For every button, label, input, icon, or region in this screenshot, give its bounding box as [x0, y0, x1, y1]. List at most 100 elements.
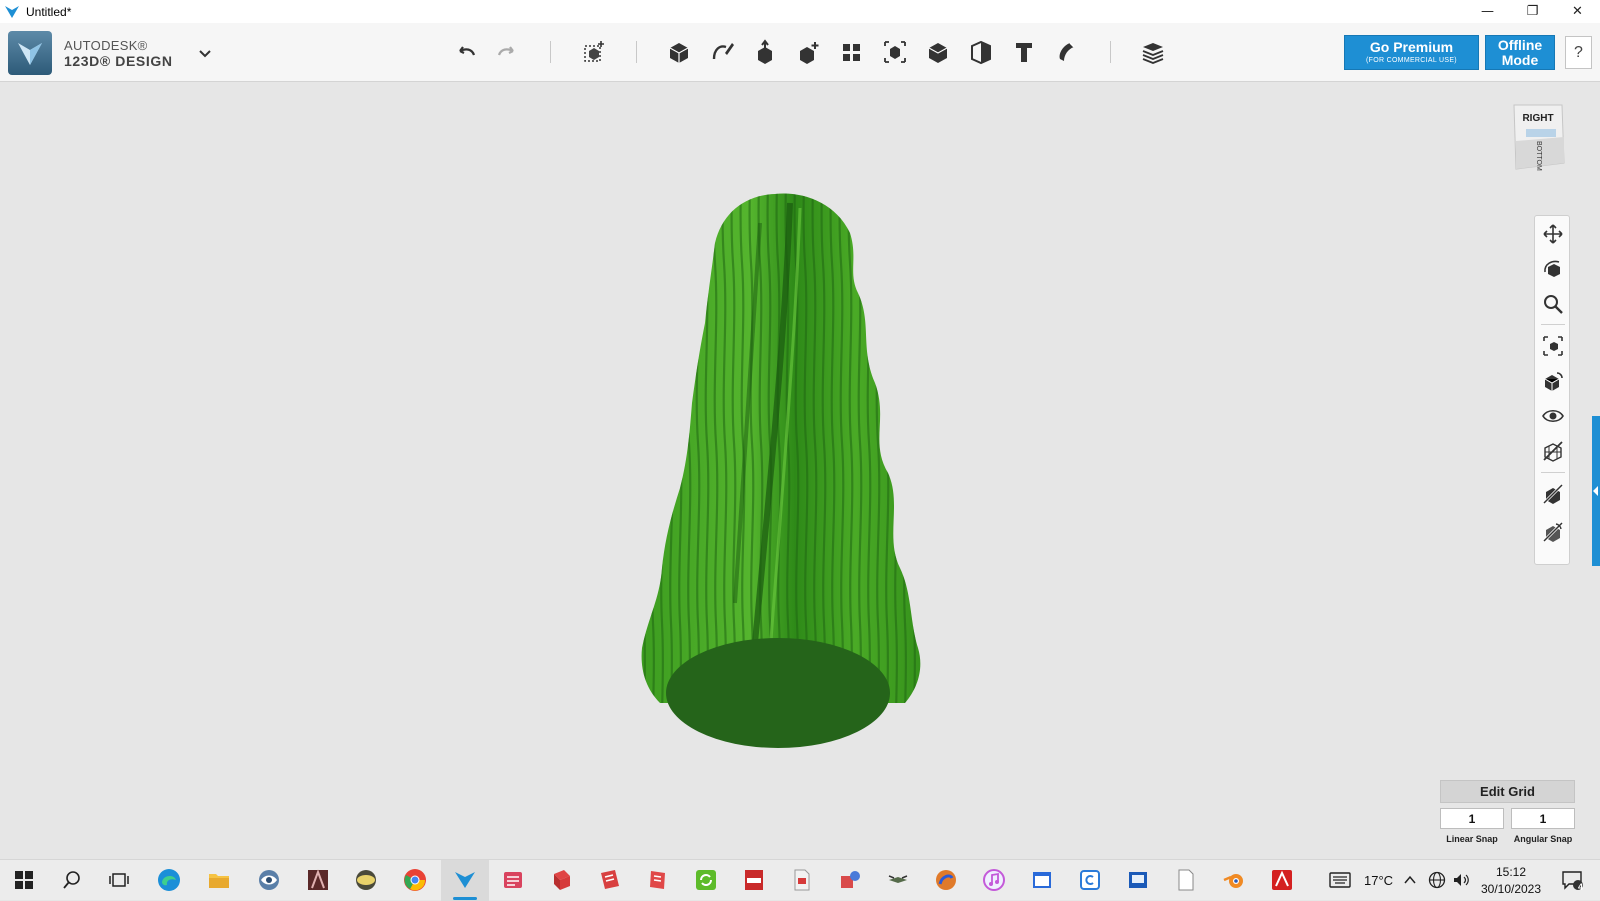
itunes-icon[interactable]: [978, 864, 1010, 896]
close-button[interactable]: ✕: [1555, 0, 1600, 23]
construct-icon[interactable]: [751, 37, 781, 67]
pan-icon[interactable]: [1539, 220, 1567, 248]
app-blank-document-icon[interactable]: [1170, 864, 1202, 896]
new-primitive-icon[interactable]: [579, 37, 609, 67]
angular-snap-label: Angular Snap: [1513, 834, 1573, 844]
view-cube[interactable]: RIGHT BOTTOM: [1508, 101, 1568, 173]
chevron-down-icon[interactable]: [195, 43, 215, 63]
app-sketchup-icon[interactable]: [546, 864, 578, 896]
snap-icon[interactable]: [1052, 37, 1082, 67]
pattern-icon[interactable]: [837, 37, 867, 67]
search-icon[interactable]: [56, 864, 88, 896]
chrome-icon[interactable]: [399, 864, 431, 896]
main-toolbar: AUTODESK® 123D® DESIGN Go Premium (FOR C…: [0, 23, 1600, 82]
zoom-icon[interactable]: [1539, 290, 1567, 318]
app-mesh-icon[interactable]: [350, 864, 382, 896]
text-icon[interactable]: [1009, 37, 1039, 67]
notification-center-icon[interactable]: 4: [1556, 864, 1588, 896]
linear-snap-input[interactable]: [1440, 808, 1504, 829]
modify-icon[interactable]: [794, 37, 824, 67]
network-globe-icon[interactable]: [1426, 864, 1448, 896]
go-premium-label: Go Premium: [1369, 39, 1454, 55]
orbit-icon[interactable]: [1539, 255, 1567, 283]
material-outline-icon[interactable]: [1539, 437, 1567, 465]
system-clock[interactable]: 15:12 30/10/2023: [1475, 864, 1547, 898]
undo-icon[interactable]: [451, 37, 481, 67]
brand-product: 123D® DESIGN: [64, 53, 173, 69]
physical-material-icon[interactable]: [1539, 518, 1567, 546]
app-monitor-icon[interactable]: [1122, 864, 1154, 896]
brand-autodesk: AUTODESK®: [64, 38, 148, 53]
app-layers-icon[interactable]: [497, 864, 529, 896]
go-premium-sublabel: (FOR COMMERCIAL USE): [1366, 57, 1457, 64]
restore-button[interactable]: ❐: [1510, 0, 1555, 23]
tray-chevron-up-icon[interactable]: [1400, 864, 1420, 896]
views-icon[interactable]: [1539, 367, 1567, 395]
app-render-icon[interactable]: [930, 864, 962, 896]
grid-panel: Edit Grid Linear Snap Angular Snap: [1440, 780, 1575, 852]
nav-divider: [1541, 472, 1565, 473]
weather-temperature[interactable]: 17°C: [1364, 873, 1393, 888]
app-eye-icon[interactable]: [253, 864, 285, 896]
app-c-icon[interactable]: [1074, 864, 1106, 896]
measure-icon[interactable]: [966, 37, 996, 67]
view-cube-bottom-label: BOTTOM: [1535, 141, 1542, 171]
clock-time: 15:12: [1495, 865, 1527, 879]
materials-icon[interactable]: [1138, 37, 1168, 67]
notification-count-badge: 4: [1578, 882, 1584, 892]
grouping-icon[interactable]: [880, 37, 910, 67]
app-autocad-icon[interactable]: [302, 864, 334, 896]
app-menu-logo[interactable]: [8, 31, 52, 75]
app-green-sync-icon[interactable]: [690, 864, 722, 896]
3d-viewport[interactable]: RIGHT BOTTOM Edit Grid 1 1 Linear Snap A…: [0, 83, 1600, 859]
offline-mode-button[interactable]: Offline Mode: [1485, 35, 1555, 70]
edge-browser-icon[interactable]: [153, 864, 185, 896]
green-vase-model[interactable]: [0, 83, 1600, 859]
volume-icon[interactable]: [1450, 864, 1472, 896]
file-explorer-icon[interactable]: [203, 864, 235, 896]
toolbar-divider: [636, 41, 637, 63]
app-acrobat-icon[interactable]: [1266, 864, 1298, 896]
app-style-icon[interactable]: [642, 864, 674, 896]
blender-icon[interactable]: [1218, 864, 1250, 896]
windows-taskbar: 17°C 15:12 30/10/2023 4: [0, 859, 1600, 901]
edit-grid-button[interactable]: Edit Grid: [1440, 780, 1575, 803]
go-premium-button[interactable]: Go Premium (FOR COMMERCIAL USE): [1344, 35, 1479, 70]
primitives-icon[interactable]: [664, 37, 694, 67]
app-window-icon[interactable]: [1026, 864, 1058, 896]
combine-icon[interactable]: [923, 37, 953, 67]
toolbar-divider: [550, 41, 551, 63]
offline-label-line1: Offline: [1497, 37, 1543, 53]
minimize-button[interactable]: —: [1465, 0, 1510, 23]
fit-icon[interactable]: [1539, 332, 1567, 360]
task-view-icon[interactable]: [103, 864, 135, 896]
clock-date: 30/10/2023: [1480, 882, 1542, 896]
window-controls: — ❐ ✕: [1465, 0, 1600, 23]
autodesk-logo-icon: [18, 43, 42, 65]
nav-divider: [1541, 324, 1565, 325]
app-document-icon[interactable]: [786, 864, 818, 896]
visibility-icon[interactable]: [1539, 402, 1567, 430]
help-button[interactable]: ?: [1565, 36, 1592, 69]
offline-label-line2: Mode: [1501, 52, 1539, 68]
navigation-bar: [1534, 215, 1570, 565]
app-tools-icon[interactable]: [834, 864, 866, 896]
linear-snap-label: Linear Snap: [1446, 834, 1498, 844]
view-cube-front-label: RIGHT: [1522, 113, 1554, 124]
app-layout-icon[interactable]: [594, 864, 626, 896]
vase-base: [666, 638, 890, 748]
sketch-icon[interactable]: [708, 37, 738, 67]
app-pdf-dwg-icon[interactable]: [738, 864, 770, 896]
title-bar: Untitled* — ❐ ✕: [0, 0, 1600, 23]
side-panel-toggle[interactable]: [1592, 416, 1600, 566]
window-title: Untitled*: [26, 4, 72, 19]
start-icon[interactable]: [8, 864, 40, 896]
angular-snap-input[interactable]: [1511, 808, 1575, 829]
toolbar-divider: [1110, 41, 1111, 63]
keyboard-layout-icon[interactable]: [1324, 864, 1356, 896]
123d-design-taskbar-icon[interactable]: [449, 864, 481, 900]
app-drone-icon[interactable]: [882, 864, 914, 896]
redo-icon[interactable]: [492, 37, 522, 67]
app-logo-icon: [5, 5, 19, 18]
show-hide-icon[interactable]: [1539, 480, 1567, 508]
